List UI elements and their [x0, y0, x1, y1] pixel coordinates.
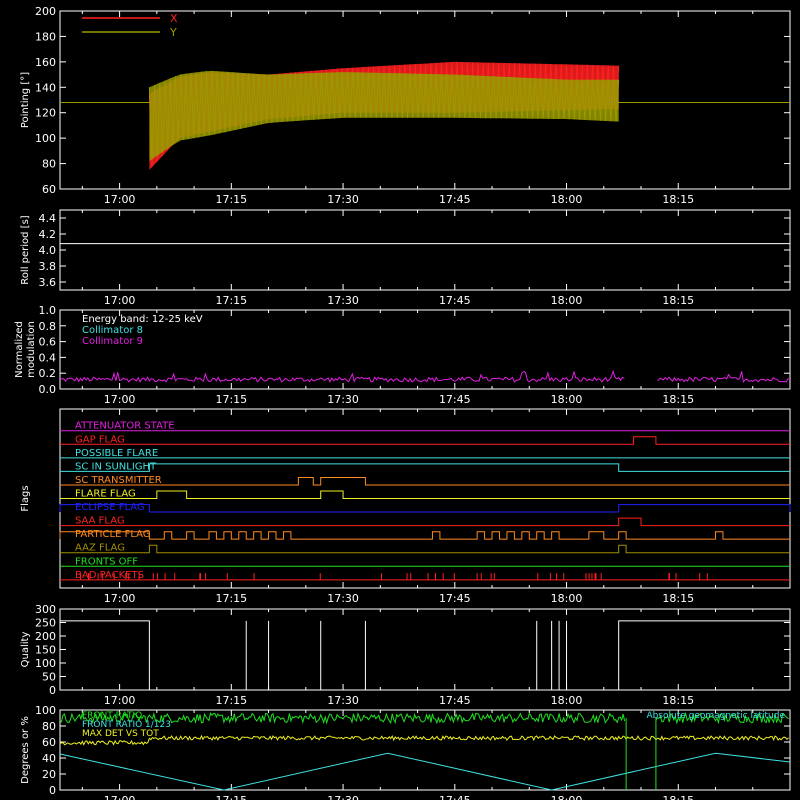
flag-label: SAA FLAG — [75, 516, 125, 527]
flag-label: FRONTS OFF — [75, 556, 138, 567]
chart-canvas: 17:00 17:15 17:30 17:45 18:00 18:15 60 80 100 120… — [0, 0, 800, 800]
x-tick-label: 18:15 — [662, 393, 694, 406]
y-tick-label: 3.8 — [39, 260, 57, 273]
flag-label: FLARE FLAG — [75, 489, 136, 500]
x-tick-label: 17:45 — [439, 393, 471, 406]
y-tick-label: 0 — [49, 684, 56, 697]
y-axis-label: Quality — [20, 632, 31, 668]
x-tick-label: 17:45 — [439, 694, 471, 707]
y-tick-label: 3.6 — [39, 276, 57, 289]
y-tick-label: 4.2 — [39, 228, 57, 241]
y-axis-label: modulation — [26, 321, 37, 378]
y-tick-label: 1.0 — [39, 304, 57, 317]
x-tick-label: 17:00 — [104, 592, 136, 605]
x-tick-label: 17:00 — [104, 694, 136, 707]
legend-label: Absolute geomagnetic latitude — [646, 711, 785, 721]
y-axis-label: Degrees or % — [20, 716, 31, 784]
x-tick-label: 17:00 — [104, 193, 136, 206]
y-tick-label: 80 — [42, 158, 56, 171]
y-tick-label: 80 — [42, 720, 56, 733]
x-tick-label: 17:45 — [439, 193, 471, 206]
x-tick-label: 18:00 — [551, 794, 583, 800]
y-tick-label: 60 — [42, 183, 56, 196]
y-axis-label: Flags — [20, 485, 31, 511]
legend-label: Energy band: 12-25 keV — [82, 314, 203, 325]
flag-label: SC IN SUNLIGHT — [75, 461, 157, 472]
x-tick-label: 17:45 — [439, 592, 471, 605]
y-tick-label: 50 — [42, 671, 56, 684]
x-tick-label: 18:00 — [551, 294, 583, 307]
legend-label: Y — [169, 26, 177, 39]
x-tick-label: 17:00 — [104, 294, 136, 307]
y-tick-label: 40 — [42, 752, 56, 765]
flag-label: POSSIBLE FLARE — [75, 448, 158, 459]
y-tick-label: 0.2 — [39, 367, 57, 380]
flag-label: ATTENUATOR STATE — [75, 421, 175, 432]
flag-label: ECLIPSE FLAG — [75, 502, 145, 513]
y-tick-label: 4.0 — [39, 244, 57, 257]
legend-label: MAX DET VS TOT — [82, 729, 159, 739]
x-tick-label: 18:15 — [662, 193, 694, 206]
x-tick-label: 17:00 — [104, 393, 136, 406]
flag-label: PARTICLE FLAG — [75, 529, 151, 540]
x-tick-label: 17:30 — [327, 193, 359, 206]
x-tick-label: 17:15 — [215, 694, 247, 707]
x-tick-label: 17:15 — [215, 294, 247, 307]
x-tick-label: 17:45 — [439, 794, 471, 800]
x-tick-label: 18:15 — [662, 592, 694, 605]
y-tick-label: 0.8 — [39, 320, 57, 333]
y-tick-label: 100 — [35, 132, 56, 145]
y-tick-label: 200 — [35, 630, 56, 643]
y-tick-label: 20 — [42, 768, 56, 781]
flag-label: AAZ FLAG — [75, 543, 125, 554]
y-axis-label: Roll period [s] — [20, 215, 31, 284]
x-tick-label: 18:00 — [551, 592, 583, 605]
x-tick-label: 17:15 — [215, 193, 247, 206]
y-tick-label: 200 — [35, 5, 56, 18]
legend-label: Collimator 9 — [82, 336, 143, 347]
flag-label: BAD PACKETS — [75, 570, 144, 581]
y-tick-label: 100 — [35, 704, 56, 717]
y-tick-label: 120 — [35, 107, 56, 120]
x-tick-label: 17:45 — [439, 294, 471, 307]
x-tick-label: 18:00 — [551, 694, 583, 707]
flag-label: SC TRANSMITTER — [75, 475, 162, 486]
x-tick-label: 17:15 — [215, 794, 247, 800]
legend-label: X — [170, 12, 178, 25]
y-tick-label: 180 — [35, 30, 56, 43]
x-tick-label: 17:15 — [215, 393, 247, 406]
y-axis-label: Normalized — [14, 321, 25, 378]
y-tick-label: 60 — [42, 736, 56, 749]
legend-label: Collimator 8 — [82, 325, 143, 336]
x-tick-label: 17:30 — [327, 393, 359, 406]
y-tick-label: 140 — [35, 81, 56, 94]
y-tick-label: 0.6 — [39, 336, 57, 349]
x-tick-label: 17:15 — [215, 592, 247, 605]
y-tick-label: 0.0 — [39, 383, 57, 396]
x-tick-label: 18:00 — [551, 393, 583, 406]
x-tick-label: 17:30 — [327, 794, 359, 800]
y-tick-label: 250 — [35, 617, 56, 630]
y-tick-label: 150 — [35, 644, 56, 657]
y-tick-label: 160 — [35, 56, 56, 69]
x-tick-label: 17:30 — [327, 592, 359, 605]
x-tick-label: 17:30 — [327, 294, 359, 307]
y-tick-label: 0 — [49, 784, 56, 797]
flag-label: GAP FLAG — [75, 434, 125, 445]
x-tick-label: 17:30 — [327, 694, 359, 707]
x-tick-label: 18:15 — [662, 694, 694, 707]
x-tick-label: 18:15 — [662, 294, 694, 307]
x-tick-label: 18:00 — [551, 193, 583, 206]
x-tick-label: 18:15 — [662, 794, 694, 800]
y-tick-label: 4.4 — [39, 212, 57, 225]
y-tick-label: 100 — [35, 657, 56, 670]
y-tick-label: 0.4 — [39, 351, 57, 364]
y-axis-label: Pointing [°] — [20, 72, 31, 128]
y-tick-label: 300 — [35, 603, 56, 616]
x-tick-label: 17:00 — [104, 794, 136, 800]
